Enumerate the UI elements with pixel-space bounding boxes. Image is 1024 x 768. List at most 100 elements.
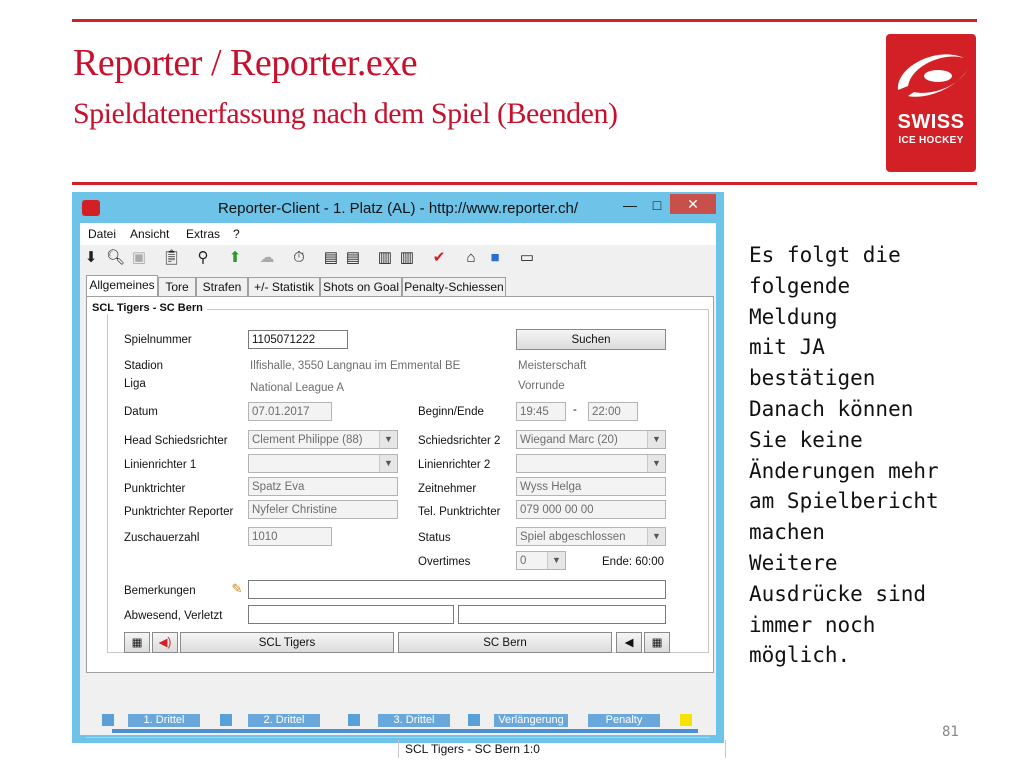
edit-note-icon[interactable]: ✎ [228,580,246,598]
chevron-down-icon: ▼ [647,528,665,545]
timeline-marker [348,714,360,726]
match-group: SCL Tigers - SC Bern Spielnummer 1105071… [88,302,709,653]
head-sr-select[interactable]: Clement Philippe (88) ▼ [248,430,398,449]
timeline-marker [220,714,232,726]
tv-icon[interactable]: ▭ [518,249,536,267]
zeitnehmer-field[interactable]: Wyss Helga [516,477,666,496]
chevron-down-icon: ▼ [379,431,397,448]
punktrichter-field[interactable]: Spatz Eva [248,477,398,496]
sr2-select[interactable]: Wiegand Marc (20) ▼ [516,430,666,449]
spielnummer-input[interactable]: 1105071222 [248,330,348,349]
tab-penalty-schiessen[interactable]: Penalty-Schiessen [402,277,506,296]
ende-field[interactable]: 22:00 [588,402,638,421]
calendar-home-icon[interactable]: ▦ [124,632,150,653]
timeline-marker [468,714,480,726]
stopwatch-icon[interactable]: ⏱ [290,249,308,267]
overtimes-select[interactable]: 0 ▼ [516,551,566,570]
zeitnehmer-label: Zeitnehmer [418,483,477,495]
clipboard-icon[interactable]: 📋︎ [162,249,181,267]
datum-field[interactable]: 07.01.2017 [248,402,332,421]
period-timeline: 1. Drittel 2. Drittel 3. Drittel Verläng… [88,709,708,733]
tab-allgemeines[interactable]: Allgemeines [86,275,158,297]
horn-home-icon[interactable]: ◀) [152,632,178,653]
lr1-label: Linienrichter 1 [124,459,197,471]
reporter-window: Reporter-Client - 1. Platz (AL) - http:/… [72,192,726,758]
timeline-current-marker [680,714,692,726]
menu-datei[interactable]: Datei [88,227,116,241]
period-1-segment[interactable]: 1. Drittel [128,714,200,727]
search-icon[interactable]: 🔍︎ [106,249,125,267]
zuschauer-field[interactable]: 1010 [248,527,332,546]
overtimes-label: Overtimes [418,556,471,568]
abwesend-home-input[interactable] [248,605,454,624]
tab-statistik[interactable]: +/- Statistik [248,277,320,296]
chevron-down-icon: ▼ [379,455,397,472]
period-2-segment[interactable]: 2. Drittel [248,714,320,727]
pr-reporter-field[interactable]: Nyfeler Christine [248,500,398,519]
lr2-label: Linienrichter 2 [418,459,491,471]
chevron-down-icon: ▼ [647,455,665,472]
menu-ansicht[interactable]: Ansicht [130,227,169,241]
top-rule [72,19,977,22]
status-bar: SCL Tigers - SC Bern 1:0 [86,737,726,758]
overtimes-value: 0 [520,555,527,567]
status-select[interactable]: Spiel abgeschlossen ▼ [516,527,666,546]
status-value: Spiel abgeschlossen [520,531,626,543]
players-icon[interactable]: ⚲ [194,249,212,267]
tab-tore[interactable]: Tore [158,277,196,296]
liga-value: National League A [250,382,344,394]
team-home-icon[interactable]: ▤ [322,249,340,267]
lineup-home-icon[interactable]: ▥ [376,249,394,267]
head-sr-label: Head Schiedsrichter [124,435,228,447]
check-icon[interactable]: ✔ [430,249,448,267]
score-status: SCL Tigers - SC Bern 1:0 [398,740,726,758]
tab-strafen[interactable]: Strafen [196,277,248,296]
yes-icon[interactable]: ■ [486,249,504,267]
toolbar: ⬇ 🔍︎ ▣ 📋︎ ⚲ ⬆ ☁ ⏱ ▤ ▤ ▥ ▥ ✔ ⌂ ■ ▭ [80,245,716,271]
download-icon[interactable]: ⬇ [82,249,100,267]
tab-panel-allgemeines: SCL Tigers - SC Bern Spielnummer 1105071… [86,296,714,673]
abwesend-label: Abwesend, Verletzt [124,610,223,622]
spielnummer-label: Spielnummer [124,334,192,346]
bottom-rule [72,182,977,185]
menu-bar: Datei Ansicht Extras ? [80,223,716,245]
close-button[interactable]: ✕ [670,194,716,214]
cloud-icon[interactable]: ☁ [258,249,276,267]
chevron-down-icon: ▼ [647,431,665,448]
status-label: Status [418,532,451,544]
minimize-button[interactable]: — [617,195,643,217]
save-icon[interactable]: ▣ [130,249,148,267]
overtime-segment[interactable]: Verlängerung [494,714,568,727]
head-sr-value: Clement Philippe (88) [252,434,363,446]
slide-title: Reporter / Reporter.exe [73,42,418,84]
bemerkungen-input[interactable] [248,580,666,599]
lr2-select[interactable]: ▼ [516,454,666,473]
menu-help[interactable]: ? [233,227,240,241]
tab-shots-on-goal[interactable]: Shots on Goal [320,277,402,296]
home-icon[interactable]: ⌂ [462,249,480,267]
penalty-segment[interactable]: Penalty [588,714,660,727]
abwesend-away-input[interactable] [458,605,666,624]
group-title: SCL Tigers - SC Bern [88,302,207,314]
ende-label: Ende: 60:00 [602,556,665,568]
period-3-segment[interactable]: 3. Drittel [378,714,450,727]
datum-label: Datum [124,406,158,418]
suchen-button[interactable]: Suchen [516,329,666,350]
calendar-away-icon[interactable]: ▦ [644,632,670,653]
team-home-button[interactable]: SCL Tigers [180,632,394,653]
page-number: 81 [942,724,959,740]
team-away-button[interactable]: SC Bern [398,632,612,653]
window-titlebar[interactable]: Reporter-Client - 1. Platz (AL) - http:/… [72,192,724,223]
time-dash: - [573,404,577,416]
liga-label: Liga [124,378,146,390]
tel-field[interactable]: 079 000 00 00 [516,500,666,519]
maximize-button[interactable]: □ [644,195,670,217]
upload-icon[interactable]: ⬆ [226,249,244,267]
tel-label: Tel. Punktrichter [418,506,501,518]
lr1-select[interactable]: ▼ [248,454,398,473]
beginn-field[interactable]: 19:45 [516,402,566,421]
lineup-away-icon[interactable]: ▥ [398,249,416,267]
team-away-icon[interactable]: ▤ [344,249,362,267]
menu-extras[interactable]: Extras [186,227,220,241]
horn-away-icon[interactable]: ◀ [616,632,642,653]
